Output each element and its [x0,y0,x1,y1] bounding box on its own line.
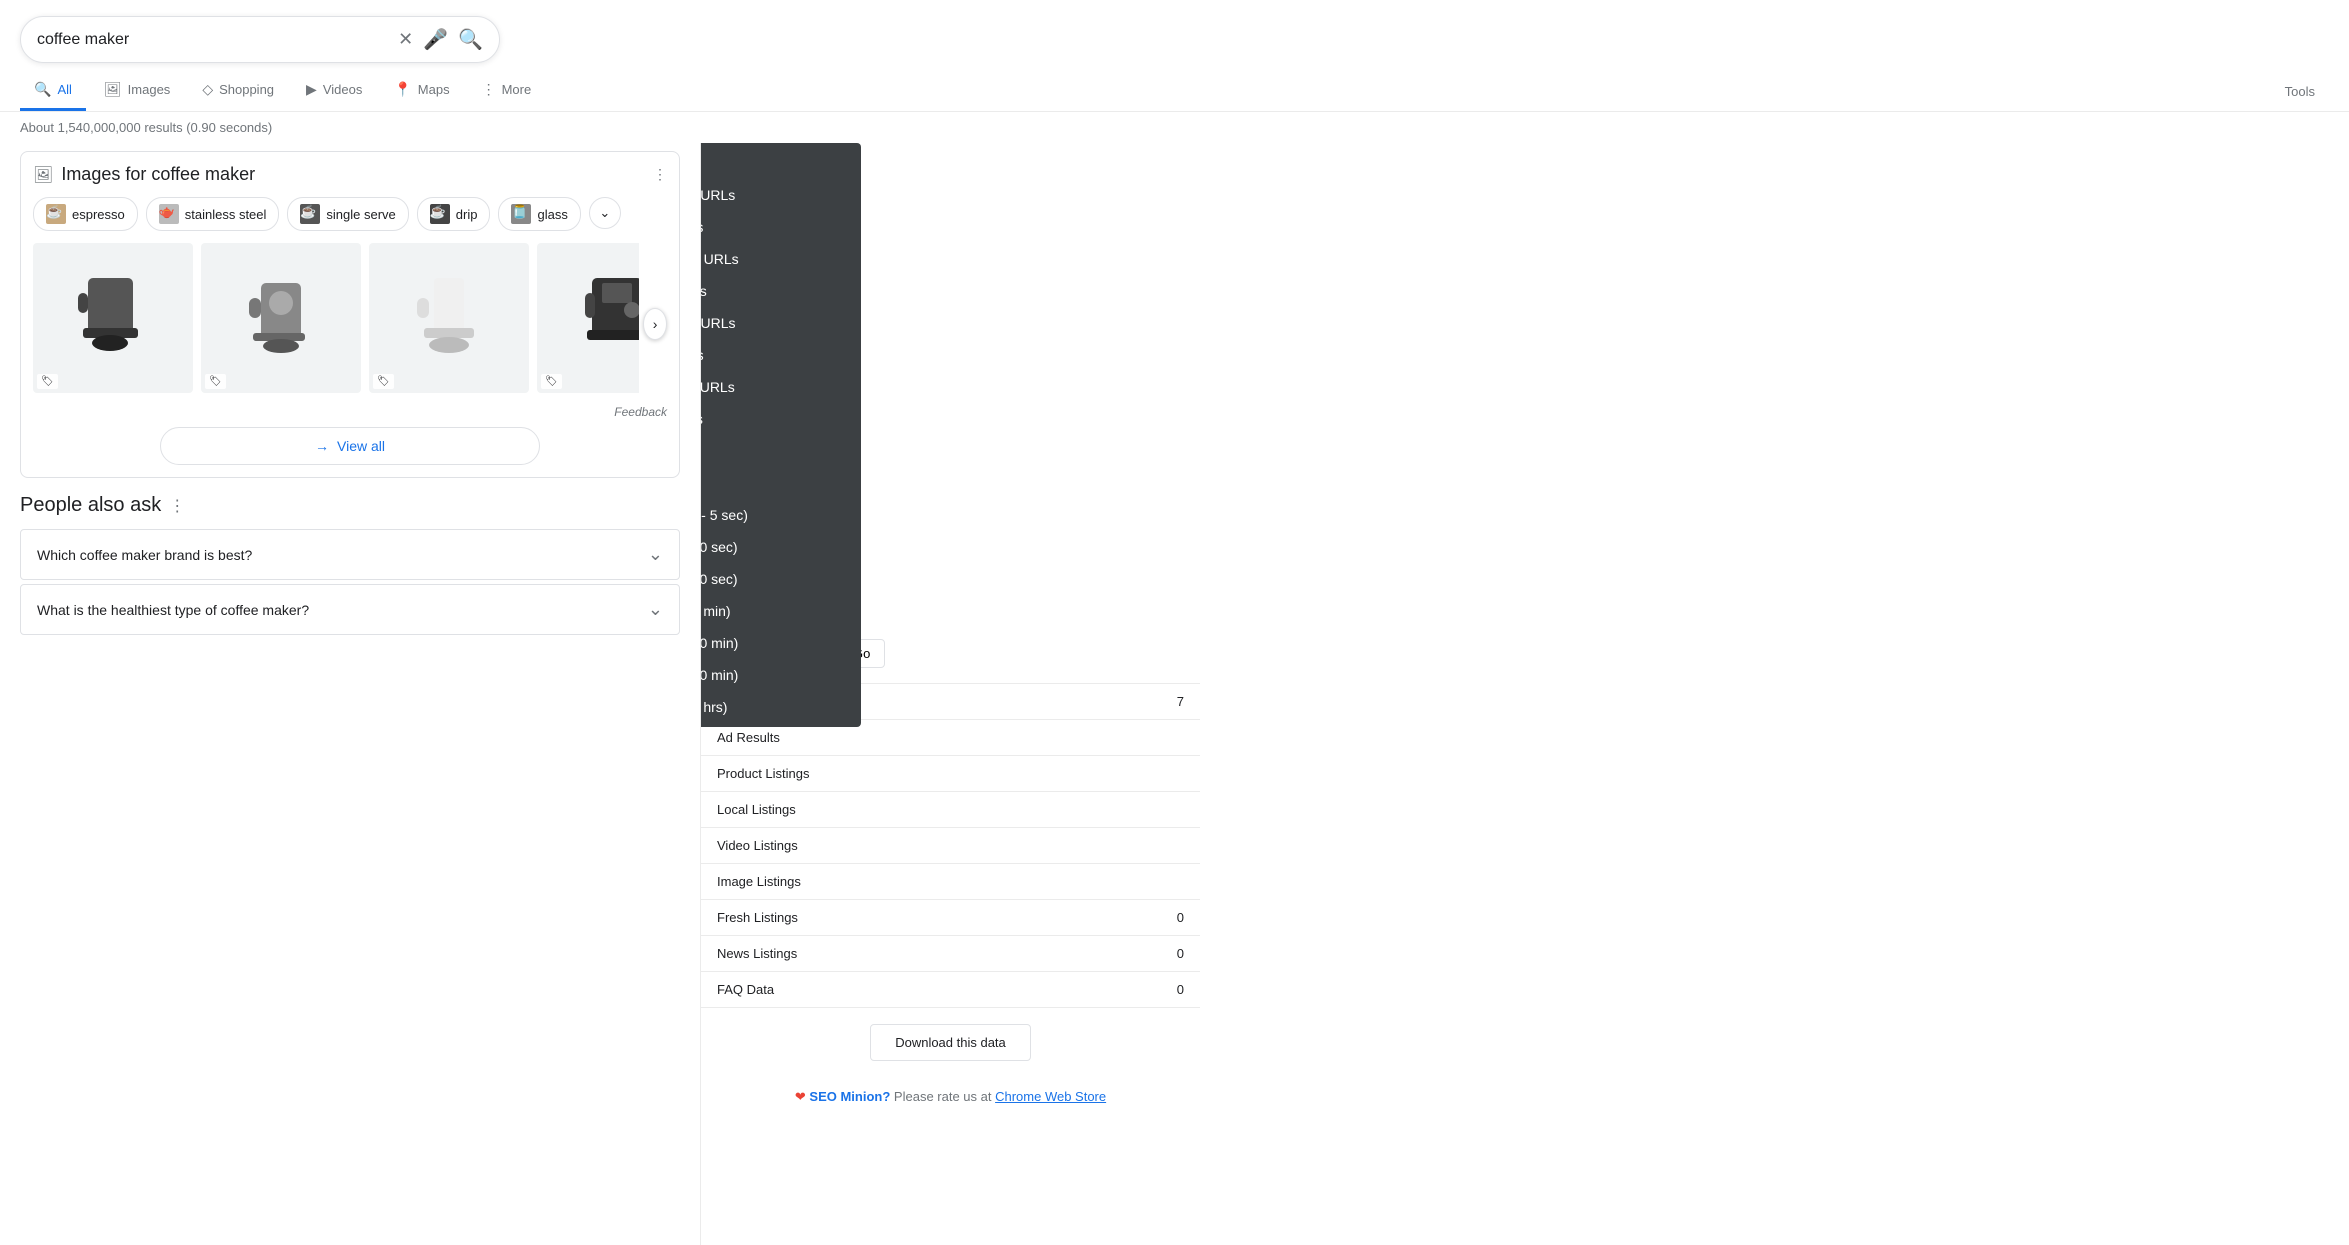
dropdown-item-paa-4[interactable]: PAA (4 levels - 30 sec) [700,563,861,595]
dropdown-item-faq-data[interactable]: FAQ Data [700,467,861,499]
search-icon: 🔍 [34,81,51,98]
dropdown-overlay: All Local Listings All Video Listing URL… [700,143,861,727]
more-icon: ⋮ [482,81,496,98]
feedback-label[interactable]: Feedback [33,405,667,419]
download-button[interactable]: Download this data [870,1024,1031,1061]
paa-section: People also ask ⋮ Which coffee maker bra… [20,494,680,635]
paa-header: People also ask ⋮ [20,494,680,517]
seo-brand-name: SEO Minion? [809,1089,890,1104]
tab-all[interactable]: 🔍 All [20,71,86,111]
seo-row-news-listings: News Listings 0 [701,936,1200,972]
coffee-images-container: 🏷 🏷 [33,243,667,405]
search-icons: ✕ 🎤 🔍 [398,27,483,52]
tab-maps[interactable]: 📍 Maps [380,71,463,111]
dropdown-item-paa-5[interactable]: PAA (5 levels - 2 min) [700,595,861,627]
images-header: 🖼 Images for coffee maker ⋮ [33,164,667,185]
clear-search-icon[interactable]: ✕ [398,29,413,50]
chip-image-glass: 🫙 [511,204,531,224]
paa-expand-icon-1: ⌄ [648,544,663,565]
seo-table: Organic Results 7 Ad Results Product Lis… [701,684,1200,1008]
nav-tabs: 🔍 All 🖼 Images ◇ Shopping ▶ Videos 📍 Map… [0,63,2349,112]
coffee-images-grid: 🏷 🏷 [33,243,639,393]
dropdown-item-all-image-urls[interactable]: All Image Listing URLs [700,243,861,275]
seo-row-video-listings: Video Listings [701,828,1200,864]
left-content: 🖼 Images for coffee maker ⋮ ☕ espresso 🫖… [0,143,700,1245]
dropdown-item-paa-7[interactable]: PAA (7 levels - 60 min) [700,659,861,691]
filter-chips: ☕ espresso 🫖 stainless steel ☕ single se… [33,197,667,231]
paa-item-1[interactable]: Which coffee maker brand is best? ⌄ [20,529,680,580]
dropdown-item-all-news-listings[interactable]: All News Listings [700,403,861,435]
tab-images[interactable]: 🖼 Images [90,71,184,111]
chrome-store-link[interactable]: Chrome Web Store [995,1089,1106,1104]
search-input[interactable] [37,31,398,49]
dropdown-item-all-fresh-urls[interactable]: All Fresh Listing URLs [700,307,861,339]
search-submit-icon[interactable]: 🔍 [458,27,483,52]
search-box: ✕ 🎤 🔍 [20,16,500,63]
arrow-right-icon: → [315,438,329,454]
dropdown-item-all-video-listings[interactable]: All Video Listings [700,211,861,243]
images-more-button[interactable]: ⋮ [653,166,667,183]
images-section-title: Images for coffee maker [61,164,255,185]
paa-item-2[interactable]: What is the healthiest type of coffee ma… [20,584,680,635]
filter-chip-stainless[interactable]: 🫖 stainless steel [146,197,280,231]
next-image-button[interactable]: › [643,308,667,340]
dropdown-item-faq-urls[interactable]: FAQ URLs [700,435,861,467]
chip-image-single-serve: ☕ [300,204,320,224]
videos-icon: ▶ [306,81,317,98]
filter-chip-espresso[interactable]: ☕ espresso [33,197,138,231]
tab-shopping[interactable]: ◇ Shopping [188,71,288,111]
coffee-image-3[interactable]: 🏷 [369,243,529,393]
dropdown-item-all-video-urls[interactable]: All Video Listing URLs [700,179,861,211]
seo-row-fresh-listings: Fresh Listings 0 [701,900,1200,936]
heart-icon: ❤ [795,1089,806,1104]
shopping-icon: ◇ [202,81,213,98]
view-all-button[interactable]: → View all [160,427,540,465]
tools-button[interactable]: Tools [2271,74,2329,109]
chip-image-drip: ☕ [430,204,450,224]
results-count: About 1,540,000,000 results (0.90 second… [0,112,2349,143]
image-section-icon: 🖼 [33,165,53,185]
paa-expand-icon-2: ⌄ [648,599,663,620]
paa-more-icon[interactable]: ⋮ [169,496,185,516]
seo-row-faq-data: FAQ Data 0 [701,972,1200,1008]
right-panel: All Local Listings All Video Listing URL… [700,143,1200,1245]
seo-footer: ❤ SEO Minion? Please rate us at Chrome W… [701,1077,1200,1117]
dropdown-item-all-fresh-listings[interactable]: All Fresh Listings [700,339,861,371]
main-layout: 🖼 Images for coffee maker ⋮ ☕ espresso 🫖… [0,143,2349,1245]
images-icon: 🖼 [104,81,122,98]
chip-image-stainless: 🫖 [159,204,179,224]
dropdown-item-all-image-listings[interactable]: All Image Listings [700,275,861,307]
dropdown-item-paa-3[interactable]: PAA (3 levels - 10 sec) [700,531,861,563]
seo-row-local-listings: Local Listings [701,792,1200,828]
filter-chip-drip[interactable]: ☕ drip [417,197,491,231]
seo-row-image-listings: Image Listings [701,864,1200,900]
coffee-image-4[interactable]: 🏷 [537,243,639,393]
dropdown-item-all-local-listings[interactable]: All Local Listings [700,147,861,179]
images-section: 🖼 Images for coffee maker ⋮ ☕ espresso 🫖… [20,151,680,478]
tab-more[interactable]: ⋮ More [468,71,546,111]
dropdown-item-paa-6[interactable]: PAA (6 levels - 10 min) [700,627,861,659]
filter-chip-glass[interactable]: 🫙 glass [498,197,580,231]
chip-image-espresso: ☕ [46,204,66,224]
dropdown-item-paa-2[interactable]: ✓ PAA (2 levels - 5 sec) [700,499,861,531]
microphone-icon[interactable]: 🎤 [423,27,448,52]
coffee-image-2[interactable]: 🏷 [201,243,361,393]
coffee-image-1[interactable]: 🏷 [33,243,193,393]
dropdown-item-paa-8[interactable]: PAA (8 levels - 6 hrs) [700,691,861,723]
search-bar-area: ✕ 🎤 🔍 [0,0,2349,63]
filter-expand-button[interactable]: ⌄ [589,197,621,229]
filter-chip-single-serve[interactable]: ☕ single serve [287,197,408,231]
maps-icon: 📍 [394,81,411,98]
tab-videos[interactable]: ▶ Videos [292,71,376,111]
dropdown-item-all-news-urls[interactable]: All News Listing URLs [700,371,861,403]
seo-row-product-listings: Product Listings [701,756,1200,792]
